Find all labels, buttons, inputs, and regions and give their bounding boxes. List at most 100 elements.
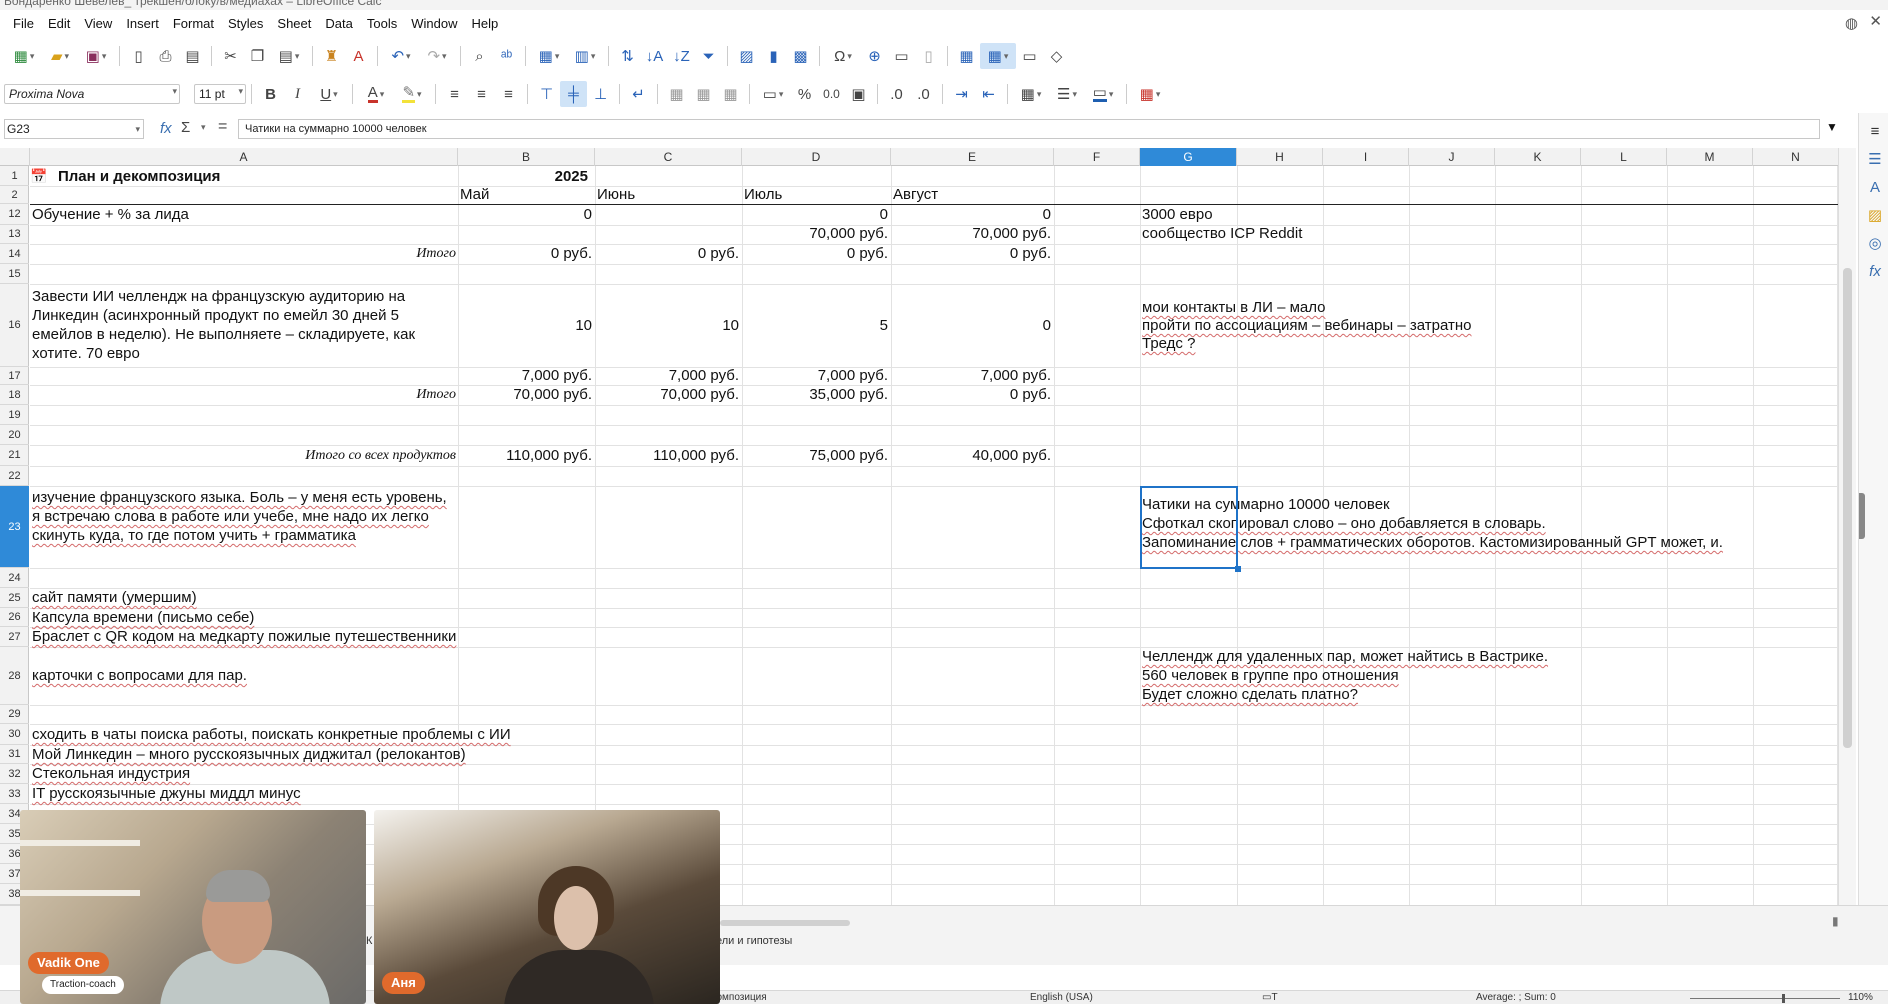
cell-a30[interactable]: сходить в чаты поиска работы, поискать к… [32,726,511,744]
column-header-c[interactable]: C [595,148,742,166]
comment-icon[interactable]: ▭ [888,43,915,69]
column-header-i[interactable]: I [1323,148,1409,166]
menu-tools[interactable]: Tools [360,16,404,31]
row-header[interactable]: 31 [0,745,29,764]
properties-icon[interactable]: ☰ [1864,149,1886,171]
menu-format[interactable]: Format [166,16,221,31]
row-header[interactable]: 30 [0,724,29,745]
open-folder-icon[interactable]: ▰ [42,43,78,69]
cell-e14[interactable]: 0 руб. [891,245,1051,263]
formula-input[interactable]: Чатики на суммарно 10000 человек [238,119,1820,139]
hyperlink-icon[interactable]: ⊕ [861,43,888,69]
function-wizard-icon[interactable]: fx [160,120,172,137]
clear-formatting-icon[interactable]: A [345,43,372,69]
cell-d21[interactable]: 75,000 руб. [742,447,888,465]
clone-formatting-icon[interactable]: ♜ [318,43,345,69]
delete-decimal-place-icon[interactable]: .0 [910,81,937,107]
sort-ascending-icon[interactable]: ↓A [641,43,668,69]
cut-icon[interactable]: ✂ [217,43,244,69]
export-pdf-icon[interactable]: ▯ [125,43,152,69]
save-icon[interactable]: ▣ [78,43,114,69]
close-document-icon[interactable]: ✕ [1869,12,1882,30]
spreadsheet-grid[interactable]: A B C D E F G H I J K L M N 1 2 12 13 14… [0,148,1838,905]
column-icon[interactable]: ▥ [567,43,603,69]
cell-c14[interactable]: 0 руб. [595,245,739,263]
center-vertically-icon[interactable]: ╪ [560,81,587,107]
sheet-tab-hypotheses[interactable]: ели и гипотезы [716,935,792,947]
pivot-table-icon[interactable]: ▩ [787,43,814,69]
split-window-icon[interactable]: ▭ [1016,43,1043,69]
row-header[interactable]: 29 [0,705,29,724]
cell-a32[interactable]: Стекольная индустрия [32,765,190,783]
row-header[interactable]: 18 [0,385,29,405]
selection-mode-icon[interactable]: ▭T [1262,992,1278,1003]
cell-a31[interactable]: Мой Линкедин – много русскоязычных диджи… [32,746,466,764]
split-handle-icon[interactable]: ▮ [1832,914,1839,928]
border-color-icon[interactable]: ▭ [1085,81,1121,107]
row-icon[interactable]: ▦ [531,43,567,69]
name-box[interactable]: G23 ▾ [4,119,144,139]
menu-sheet[interactable]: Sheet [270,16,318,31]
zoom-level[interactable]: 110% [1848,992,1873,1003]
cell-a18[interactable]: Итого [30,386,456,404]
format-as-currency-icon[interactable]: ▭ [755,81,791,107]
cell-b1[interactable]: 2025 [488,168,588,186]
cell-e18[interactable]: 0 руб. [891,386,1051,404]
column-header-e[interactable]: E [891,148,1054,166]
cell-a14[interactable]: Итого [30,245,456,263]
spelling-icon[interactable]: ᵃᵇ [493,43,520,69]
find-replace-icon[interactable]: ⌕ [466,43,493,69]
row-header[interactable]: 1 [0,166,29,186]
cell-d2[interactable]: Июль [744,186,782,204]
align-left-icon[interactable]: ≡ [441,81,468,107]
print-preview-icon[interactable]: ▤ [179,43,206,69]
sort-icon[interactable]: ⇅ [614,43,641,69]
column-header-j[interactable]: J [1409,148,1495,166]
menu-insert[interactable]: Insert [119,16,166,31]
row-header[interactable]: 21 [0,445,29,466]
row-header[interactable]: 15 [0,264,29,284]
cell-d13[interactable]: 70,000 руб. [742,225,888,243]
column-header-l[interactable]: L [1581,148,1667,166]
highlight-color-icon[interactable]: ✎ [394,81,430,107]
status-language[interactable]: English (USA) [1030,992,1093,1003]
cell-d12[interactable]: 0 [742,206,888,224]
cell-area[interactable]: 📅 План и декомпозиция 2025 Май Июнь Июль… [30,166,1838,905]
cell-a23[interactable]: изучение французского языка. Боль – у ме… [32,488,456,545]
cell-b21[interactable]: 110,000 руб. [458,447,592,465]
cell-g16-line3[interactable]: Тредс ? [1142,335,1195,353]
cell-e17[interactable]: 7,000 руб. [891,367,1051,385]
row-header[interactable]: 17 [0,367,29,385]
cell-b18[interactable]: 70,000 руб. [458,386,592,404]
bold-button[interactable]: B [257,81,284,107]
cell-a27[interactable]: Браслет с QR кодом на медкарту пожилые п… [32,628,456,646]
cell-c17[interactable]: 7,000 руб. [595,367,739,385]
cell-e21[interactable]: 40,000 руб. [891,447,1051,465]
row-header[interactable]: 32 [0,764,29,784]
sidebar-menu-icon[interactable]: ≡ [1864,121,1886,143]
menu-help[interactable]: Help [464,16,505,31]
unmerge-cells-icon[interactable]: ▦ [717,81,744,107]
cell-b2[interactable]: Май [460,186,489,204]
cell-b12[interactable]: 0 [458,206,592,224]
conditional-format-icon[interactable]: ▦ [1132,81,1168,107]
cell-g28-line1[interactable]: Челлендж для удаленных пар, может найтис… [1142,648,1548,666]
merge-cells-icon[interactable]: ▦ [690,81,717,107]
headers-footers-icon[interactable]: ▯ [915,43,942,69]
cell-d17[interactable]: 7,000 руб. [742,367,888,385]
column-header-m[interactable]: M [1667,148,1753,166]
menu-data[interactable]: Data [318,16,359,31]
align-right-icon[interactable]: ≡ [495,81,522,107]
column-header-a[interactable]: A [30,148,458,166]
border-style-icon[interactable]: ☰ [1049,81,1085,107]
cell-c21[interactable]: 110,000 руб. [595,447,739,465]
cell-g16-line1[interactable]: мои контакты в ЛИ – мало [1142,299,1326,317]
format-as-number-icon[interactable]: 0.0 [818,81,845,107]
insert-image-icon[interactable]: ▨ [733,43,760,69]
cell-g16-line2[interactable]: пройти по ассоциациям – вебинары – затра… [1142,317,1471,335]
column-header-h[interactable]: H [1237,148,1323,166]
font-name-box[interactable]: Proxima Nova ▾ [4,84,180,104]
column-header-d[interactable]: D [742,148,891,166]
row-header[interactable]: 19 [0,405,29,425]
menu-window[interactable]: Window [404,16,464,31]
